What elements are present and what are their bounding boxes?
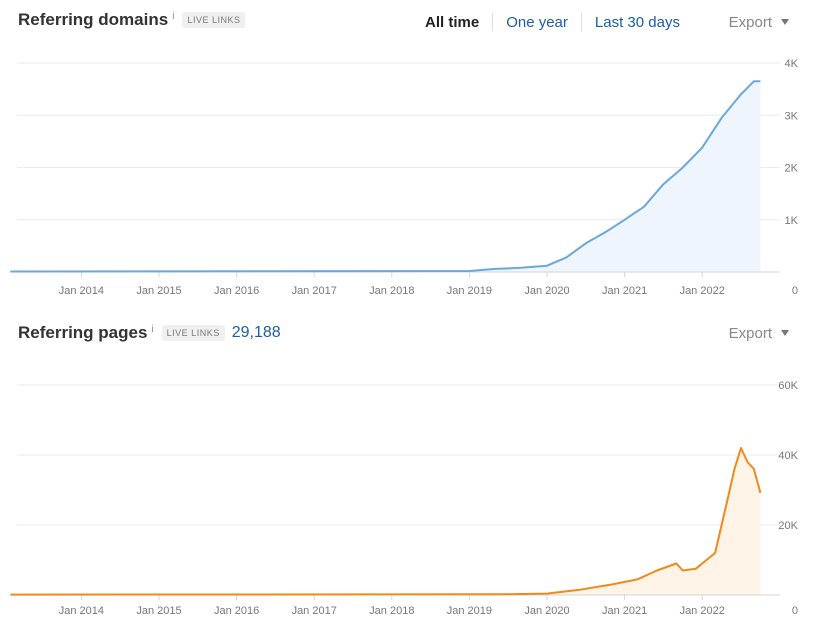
domains-x-tick-label: Jan 2014 [59, 285, 104, 297]
domains-x-tick-label: Jan 2018 [369, 285, 414, 297]
pages-series-line [10, 447, 762, 596]
domains-y-tick-label: 3K [785, 110, 799, 122]
pages-x-tick-label: Jan 2022 [680, 605, 725, 617]
domains-x-tick-label: Jan 2015 [136, 285, 181, 297]
domains-x-tick-label: Jan 2016 [214, 285, 259, 297]
domains-y-tick-label: 0 [792, 285, 798, 297]
pages-x-tick-label: Jan 2014 [59, 605, 104, 617]
domains-x-tick-label: Jan 2017 [292, 285, 337, 297]
pages-y-tick-label: 20K [778, 520, 798, 532]
pages-y-tick-label: 40K [778, 450, 798, 462]
pages-area [10, 448, 761, 595]
pages-x-tick-label: Jan 2020 [524, 605, 569, 617]
domains-y-tick-label: 2K [785, 163, 799, 175]
domains-x-tick-label: Jan 2021 [602, 285, 647, 297]
domains-x-tick-label: Jan 2022 [680, 285, 725, 297]
pages-y-tick-label: 0 [792, 605, 798, 617]
pages-chart: 0 20K 40K 60K Jan 2014 Jan 2015 Jan 2016 Jan 20… [10, 380, 799, 617]
pages-x-tick-label: Jan 2016 [214, 605, 259, 617]
domains-chart: 0 1K 2K 3K 4K Jan 2014 Jan 2015 Jan 2016 Jan 201… [10, 58, 799, 297]
pages-x-tick-label: Jan 2018 [369, 605, 414, 617]
pages-x-tick-label: Jan 2015 [136, 605, 181, 617]
pages-x-tick-label: Jan 2017 [292, 605, 337, 617]
domains-x-tick-label: Jan 2020 [524, 285, 569, 297]
pages-y-tick-label: 60K [778, 380, 798, 392]
pages-x-tick-label: Jan 2021 [602, 605, 647, 617]
domains-x-tick-label: Jan 2019 [447, 285, 492, 297]
domains-area [10, 81, 761, 272]
domains-y-tick-label: 1K [785, 215, 799, 227]
domains-y-tick-label: 4K [785, 58, 799, 70]
pages-x-tick-label: Jan 2019 [447, 605, 492, 617]
